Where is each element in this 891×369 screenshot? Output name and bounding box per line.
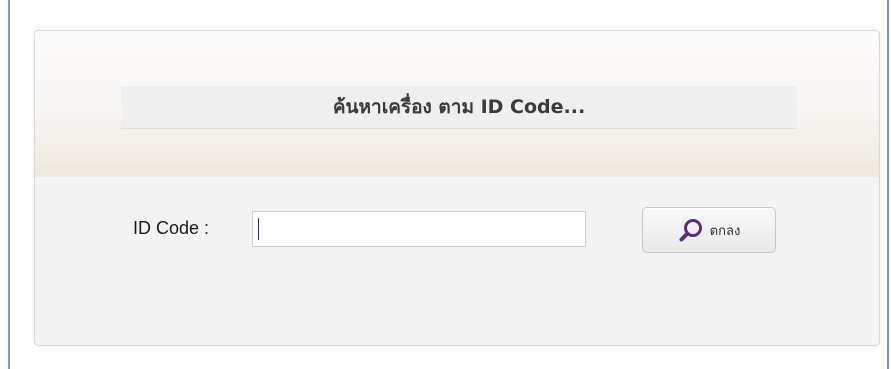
page-title: ค้นหาเครื่อง ตาม ID Code... [332,96,586,118]
title-bar: ค้นหาเครื่อง ตาม ID Code... [121,86,797,129]
search-panel: ค้นหาเครื่อง ตาม ID Code... ID Code : ตก… [34,30,880,346]
submit-label: ตกลง [709,223,741,239]
window-border-right [887,0,889,369]
search-icon [678,217,704,243]
id-code-input[interactable] [252,211,586,247]
submit-button[interactable]: ตกลง [642,207,776,253]
window-border-left [8,0,10,369]
text-cursor [258,218,259,240]
panel-header: ค้นหาเครื่อง ตาม ID Code... [35,31,879,177]
id-code-label: ID Code : [133,218,210,238]
